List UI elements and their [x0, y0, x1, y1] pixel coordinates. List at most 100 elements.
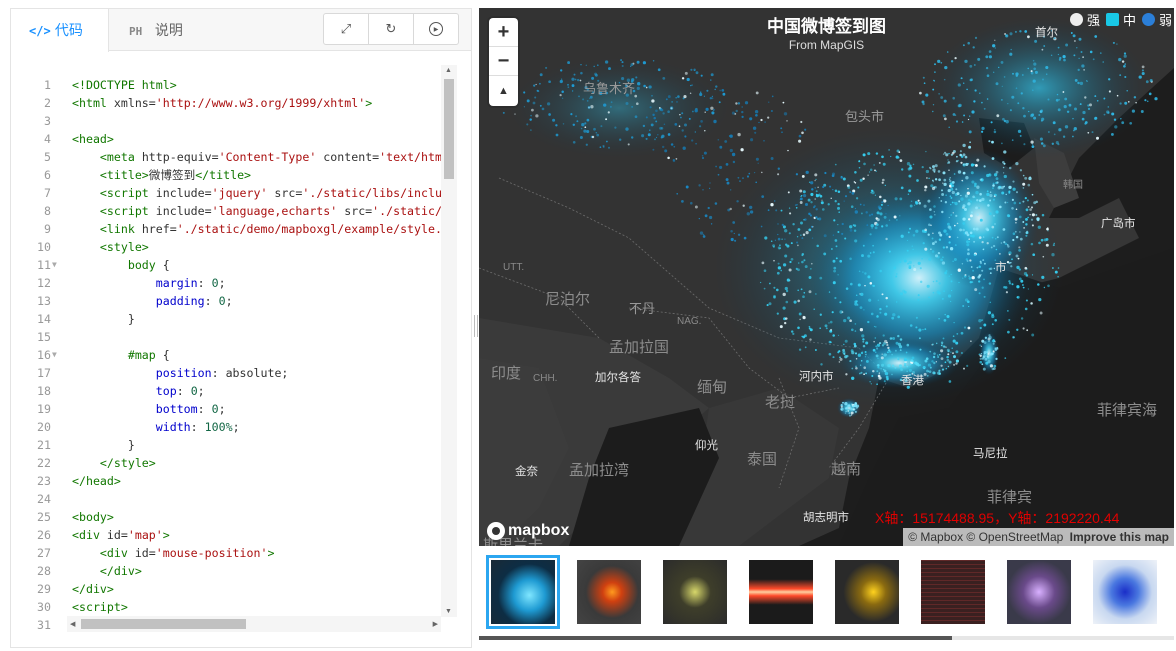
checkin-point [621, 64, 624, 68]
checkin-point [1145, 80, 1149, 84]
map-view[interactable]: 乌鲁木齐 包头市 UTT. 尼泊尔 不丹 NAG. 孟加拉国 印度 CHH. 加尔各答 缅甸 河内市香… [479, 8, 1174, 546]
checkin-point [560, 69, 563, 72]
checkin-point [596, 64, 599, 67]
legend-item-medium[interactable]: 中 [1105, 10, 1136, 29]
checkin-point [957, 83, 961, 87]
attribution-text[interactable]: © Mapbox © OpenStreetMap [908, 530, 1063, 544]
fold-icon[interactable]: ▼ [52, 256, 57, 274]
checkin-point [876, 343, 881, 347]
run-button[interactable]: ▶ [414, 14, 458, 44]
vertical-scrollbar[interactable]: ▲ ▼ [441, 65, 457, 617]
checkin-point [915, 326, 918, 329]
map-label-india: 印度 [491, 365, 522, 382]
checkin-point [837, 274, 839, 276]
checkin-point [1128, 101, 1130, 103]
checkin-point [862, 344, 866, 348]
checkin-point [982, 355, 986, 359]
checkin-point [1051, 267, 1054, 269]
horizontal-scroll-thumb[interactable] [81, 619, 246, 629]
checkin-point [1022, 187, 1025, 189]
checkin-point [851, 376, 855, 380]
checkin-point [855, 294, 858, 297]
checkin-point [931, 237, 934, 240]
checkin-point [627, 143, 630, 146]
zoom-in-button[interactable]: + [489, 18, 518, 47]
horizontal-scrollbar[interactable]: ◀ ▶ [67, 616, 441, 632]
zoom-out-button[interactable]: − [489, 47, 518, 76]
thumbnail-scrollbar[interactable] [479, 636, 1174, 640]
tab-description[interactable]: PH 说明 [111, 9, 211, 51]
vertical-scroll-thumb[interactable] [444, 79, 454, 179]
checkin-point [743, 236, 747, 240]
fold-icon[interactable]: ▼ [52, 346, 57, 364]
thumbnail-red-grid[interactable] [921, 560, 985, 624]
thumbnail-blue-cluster[interactable] [1093, 560, 1157, 624]
checkin-point [830, 197, 832, 199]
checkin-point [964, 208, 967, 211]
checkin-point [1031, 224, 1034, 227]
compass-button[interactable]: ▲ [489, 76, 518, 105]
mapbox-logo[interactable]: mapbox [487, 522, 569, 540]
checkin-point [993, 130, 997, 134]
checkin-point [1041, 275, 1045, 279]
checkin-point [892, 313, 896, 317]
checkin-point [943, 182, 947, 187]
checkin-point [1124, 75, 1127, 79]
improve-map-link[interactable]: Improve this map [1070, 530, 1169, 544]
checkin-point [894, 197, 898, 201]
thumbnail-yellow-dots[interactable] [663, 560, 727, 624]
checkin-point [655, 136, 658, 139]
checkin-point [573, 73, 576, 76]
checkin-point [1022, 182, 1026, 186]
checkin-point [934, 240, 937, 244]
checkin-point [932, 180, 935, 183]
checkin-point [722, 92, 726, 96]
checkin-point [1040, 238, 1044, 242]
checkin-point [988, 140, 991, 143]
fullscreen-button[interactable]: ⤢ [324, 14, 369, 44]
thumbnail-purple-network[interactable] [1007, 560, 1071, 624]
checkin-point [860, 351, 864, 355]
checkin-point [907, 358, 910, 361]
code-line: 22 </style> [11, 454, 451, 472]
checkin-point [975, 206, 978, 210]
checkin-point [792, 223, 795, 226]
checkin-point [962, 222, 966, 225]
checkin-point [946, 51, 949, 53]
checkin-point [955, 188, 958, 191]
thumbnail-yellow-points[interactable] [835, 560, 899, 624]
checkin-point [948, 360, 952, 364]
checkin-point [979, 192, 982, 196]
checkin-point [1012, 238, 1015, 242]
checkin-point [631, 106, 633, 108]
checkin-point [844, 237, 847, 240]
map-label-hongkong: 香港 [901, 375, 924, 387]
thumbnail-scroll-thumb[interactable] [479, 636, 952, 640]
checkin-point [693, 69, 696, 71]
checkin-point [838, 361, 841, 363]
panel-splitter[interactable] [474, 315, 478, 337]
checkin-point [932, 371, 936, 375]
tab-code[interactable]: </> 代码 [11, 9, 109, 52]
thumbnail-china-weibo[interactable] [486, 555, 560, 629]
legend-item-weak[interactable]: 弱 [1141, 10, 1172, 29]
checkin-point [813, 205, 816, 208]
code-editor[interactable]: 1 <!DOCTYPE html> 2 <html xmlns='http://www… [11, 65, 457, 631]
checkin-point [1053, 133, 1056, 136]
checkin-point [748, 172, 751, 175]
checkin-point [884, 184, 886, 187]
refresh-button[interactable]: ↻ [369, 14, 414, 44]
checkin-point [759, 281, 762, 284]
checkin-point [672, 159, 676, 163]
thumbnail-red-band[interactable] [749, 560, 813, 624]
checkin-point [951, 347, 953, 349]
legend-item-strong[interactable]: 强 [1069, 10, 1100, 29]
checkin-point [711, 95, 714, 98]
checkin-point [571, 77, 575, 81]
thumbnail-heat-orange[interactable] [577, 560, 641, 624]
checkin-point [790, 257, 794, 261]
refresh-icon: ↻ [385, 21, 397, 36]
code-text: </div> [72, 582, 114, 596]
checkin-point [870, 383, 872, 385]
checkin-point [746, 212, 750, 216]
